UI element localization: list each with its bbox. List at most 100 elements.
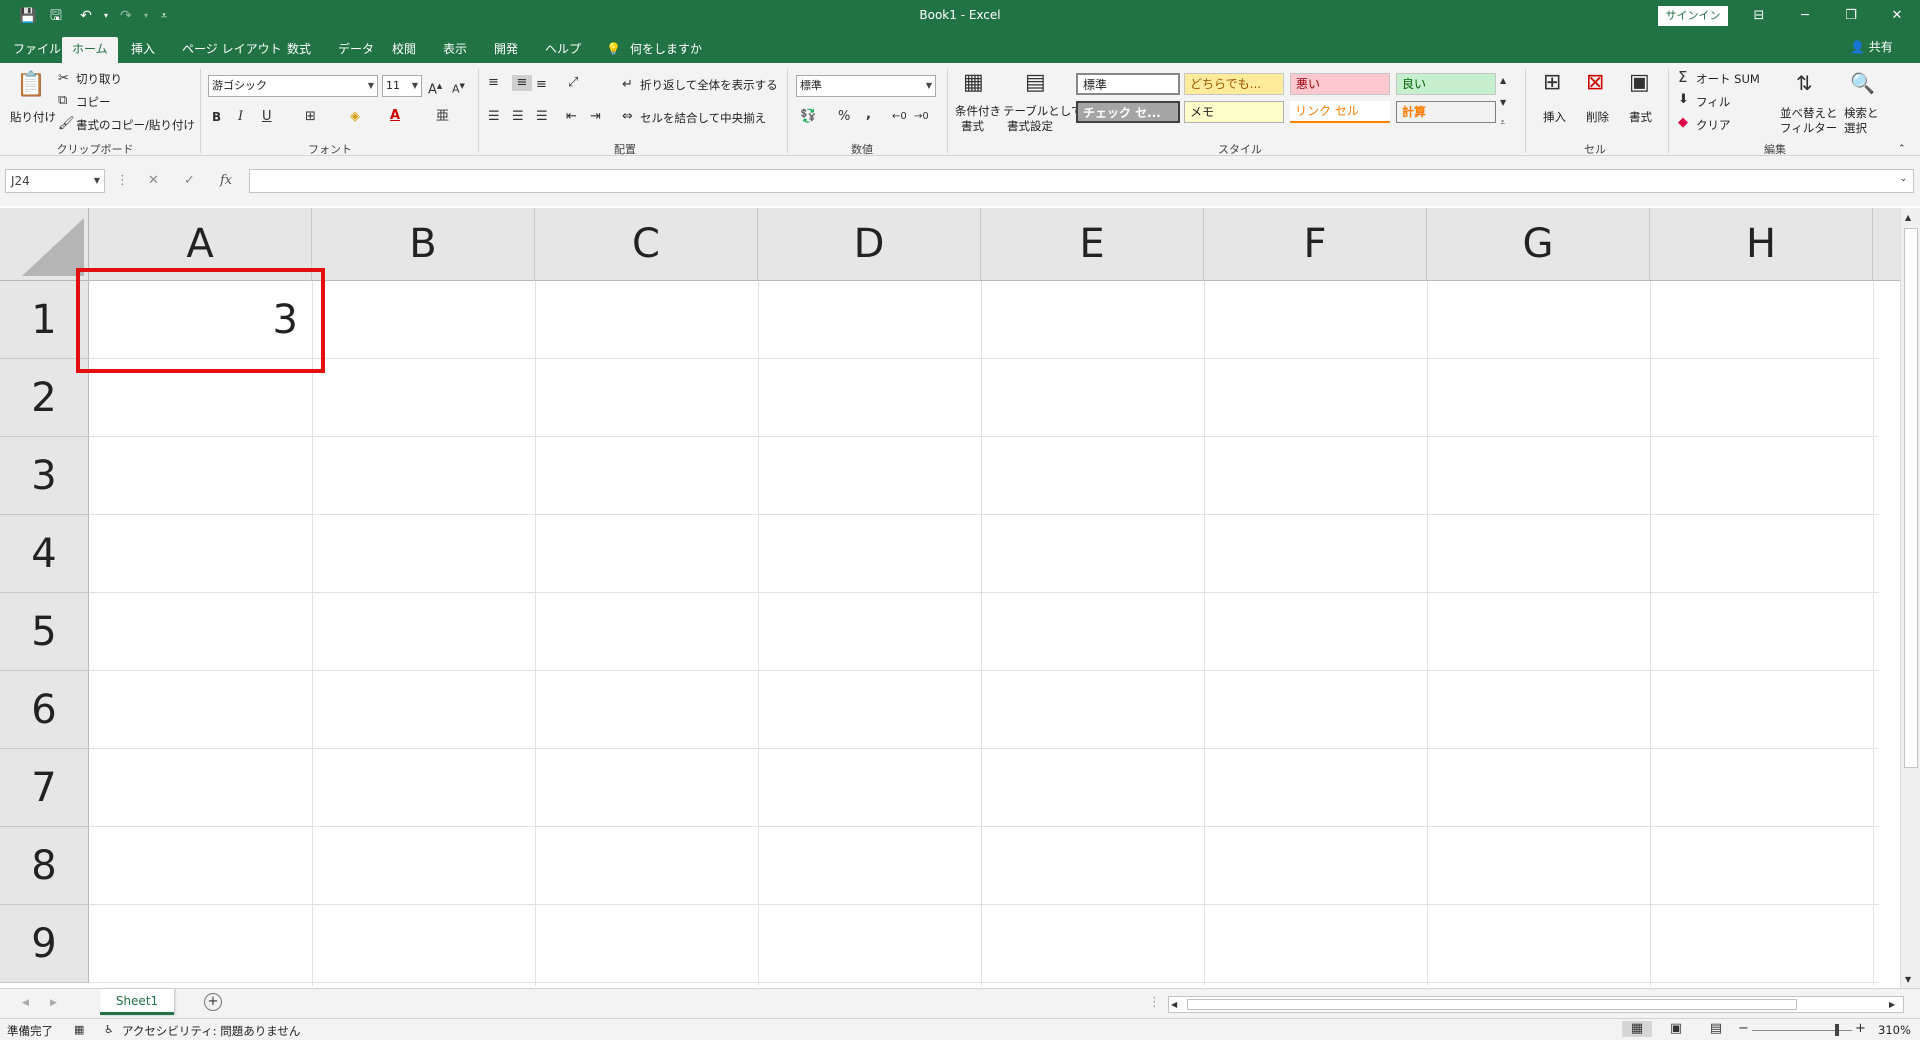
decrease-indent-icon[interactable]: ⇤ bbox=[566, 109, 577, 125]
row-header-7[interactable]: 7 bbox=[0, 749, 89, 827]
column-header-c[interactable]: C bbox=[535, 208, 758, 281]
tab-view[interactable]: 表示 bbox=[439, 37, 471, 63]
clear-button[interactable]: クリア bbox=[1696, 117, 1731, 133]
lightbulb-icon[interactable]: 💡 bbox=[602, 37, 625, 63]
minimize-button[interactable]: ─ bbox=[1782, 0, 1828, 31]
sort-filter-button[interactable]: ⇅ 並べ替えと フィルター bbox=[1780, 69, 1838, 139]
format-painter-button[interactable]: 書式のコピー/貼り付け bbox=[76, 117, 195, 133]
borders-icon[interactable]: ⊞ bbox=[305, 109, 316, 125]
expand-formula-bar-icon[interactable]: ⌄ bbox=[1899, 174, 1907, 184]
align-middle-icon[interactable]: ≡ bbox=[512, 75, 532, 91]
fill-color-icon[interactable]: ◈ bbox=[350, 109, 360, 125]
column-header-g[interactable]: G bbox=[1427, 208, 1650, 281]
percent-button[interactable]: % bbox=[838, 109, 850, 125]
decrease-font-size-icon[interactable]: A▼ bbox=[452, 78, 465, 98]
comma-button[interactable]: , bbox=[866, 107, 871, 123]
vertical-scroll-thumb[interactable] bbox=[1904, 228, 1918, 768]
row-header-8[interactable]: 8 bbox=[0, 827, 89, 905]
formula-input[interactable]: ⌄ bbox=[249, 169, 1914, 193]
column-header-b[interactable]: B bbox=[312, 208, 535, 281]
tab-formulas[interactable]: 数式 bbox=[283, 37, 315, 63]
styles-scroll-up-icon[interactable]: ▲ bbox=[1500, 73, 1506, 89]
scroll-up-icon[interactable]: ▲ bbox=[1905, 210, 1911, 226]
cut-button[interactable]: 切り取り bbox=[76, 71, 122, 87]
restore-button[interactable]: ❐ bbox=[1828, 0, 1874, 31]
tab-home[interactable]: ホーム bbox=[62, 37, 118, 63]
cancel-icon[interactable]: ✕ bbox=[148, 173, 159, 189]
bold-button[interactable]: B bbox=[212, 109, 221, 125]
tell-me-search[interactable]: 何をしますか bbox=[626, 37, 706, 63]
column-header-h[interactable]: H bbox=[1650, 208, 1873, 281]
row-header-6[interactable]: 6 bbox=[0, 671, 89, 749]
accessibility-icon[interactable]: ♿ bbox=[104, 1022, 114, 1038]
horizontal-scrollbar[interactable]: ◀ ▶ bbox=[1168, 996, 1904, 1013]
style-check-cell[interactable]: チェック セ... bbox=[1076, 101, 1180, 123]
find-select-button[interactable]: 🔍 検索と 選択 bbox=[1842, 69, 1882, 139]
collapse-ribbon-icon[interactable]: ⌃ bbox=[1898, 141, 1906, 157]
styles-scroll-down-icon[interactable]: ▼ bbox=[1500, 95, 1506, 111]
style-linked-cell[interactable]: リンク セル bbox=[1290, 101, 1390, 123]
font-color-icon[interactable]: A bbox=[390, 108, 400, 124]
merge-center-button[interactable]: セルを結合して中央揃え bbox=[640, 110, 766, 126]
scroll-left-icon[interactable]: ◀ bbox=[1171, 997, 1177, 1013]
row-header-4[interactable]: 4 bbox=[0, 515, 89, 593]
align-right-icon[interactable]: ☰ bbox=[536, 109, 548, 125]
row-header-5[interactable]: 5 bbox=[0, 593, 89, 671]
tab-split-handle-icon[interactable]: ⋮ bbox=[1148, 995, 1161, 1011]
tab-help[interactable]: ヘルプ bbox=[541, 37, 585, 63]
zoom-level[interactable]: 310% bbox=[1878, 1023, 1911, 1037]
macro-record-icon[interactable]: ▦ bbox=[74, 1022, 84, 1038]
scroll-sheets-right-icon[interactable]: ▶ bbox=[50, 995, 57, 1011]
signin-button[interactable]: サインイン bbox=[1658, 6, 1728, 26]
zoom-in-icon[interactable]: + bbox=[1855, 1021, 1866, 1037]
vertical-scrollbar[interactable]: ▲ ▼ bbox=[1900, 208, 1920, 990]
align-bottom-icon[interactable]: ≡ bbox=[536, 77, 547, 93]
ribbon-display-options-icon[interactable]: ⊟ bbox=[1736, 0, 1782, 31]
tab-review[interactable]: 校閲 bbox=[388, 37, 420, 63]
increase-indent-icon[interactable]: ⇥ bbox=[590, 109, 601, 125]
autosum-button[interactable]: オート SUM bbox=[1696, 71, 1760, 87]
tab-page-layout[interactable]: ページ レイアウト bbox=[178, 37, 286, 63]
delete-cells-button[interactable]: ⊠ 削除 bbox=[1580, 69, 1616, 139]
page-break-preview-icon[interactable]: ▤ bbox=[1704, 1021, 1728, 1037]
enter-icon[interactable]: ✓ bbox=[184, 173, 195, 189]
zoom-out-icon[interactable]: − bbox=[1738, 1021, 1749, 1037]
column-header-d[interactable]: D bbox=[758, 208, 981, 281]
fill-button[interactable]: フィル bbox=[1696, 94, 1730, 110]
style-good[interactable]: 良い bbox=[1396, 73, 1496, 95]
share-button[interactable]: 👤 共有 bbox=[1850, 38, 1893, 55]
increase-font-size-icon[interactable]: A▲ bbox=[428, 78, 442, 98]
tab-file[interactable]: ファイル bbox=[9, 37, 65, 63]
sheet-tab-sheet1[interactable]: Sheet1 bbox=[100, 989, 174, 1015]
tab-developer[interactable]: 開発 bbox=[490, 37, 522, 63]
style-normal[interactable]: 標準 bbox=[1076, 73, 1180, 95]
align-top-icon[interactable]: ≡ bbox=[488, 75, 499, 91]
phonetic-guide-icon[interactable]: 亜 bbox=[436, 109, 449, 125]
row-header-9[interactable]: 9 bbox=[0, 905, 89, 983]
style-bad[interactable]: 悪い bbox=[1290, 73, 1390, 95]
page-layout-view-icon[interactable]: ▣ bbox=[1664, 1021, 1688, 1037]
scroll-sheets-left-icon[interactable]: ◀ bbox=[22, 995, 29, 1011]
insert-function-icon[interactable]: fx bbox=[220, 173, 232, 189]
style-calculation[interactable]: 計算 bbox=[1396, 101, 1496, 123]
normal-view-icon[interactable]: ▦ bbox=[1622, 1021, 1652, 1037]
font-name-dropdown[interactable]: 游ゴシック ▼ bbox=[208, 75, 378, 97]
orientation-icon[interactable]: ⤢ bbox=[568, 75, 578, 91]
format-cells-button[interactable]: ▣ 書式 bbox=[1623, 69, 1659, 139]
horizontal-scroll-thumb[interactable] bbox=[1187, 999, 1797, 1010]
status-accessibility[interactable]: アクセシビリティ: 問題ありません bbox=[122, 1023, 300, 1039]
zoom-slider-thumb[interactable] bbox=[1835, 1024, 1839, 1036]
increase-decimal-icon[interactable]: ←0 bbox=[892, 109, 907, 125]
scroll-right-icon[interactable]: ▶ bbox=[1889, 997, 1895, 1013]
font-size-dropdown[interactable]: 11 ▼ bbox=[382, 75, 422, 97]
align-center-icon[interactable]: ☰ bbox=[512, 109, 524, 125]
number-format-dropdown[interactable]: 標準 ▼ bbox=[796, 75, 936, 97]
add-sheet-icon[interactable]: + bbox=[204, 993, 222, 1011]
paste-button[interactable]: 📋 貼り付け bbox=[8, 69, 56, 135]
wrap-text-button[interactable]: 折り返して全体を表示する bbox=[640, 77, 778, 93]
column-header-f[interactable]: F bbox=[1204, 208, 1427, 281]
insert-cells-button[interactable]: ⊞ 挿入 bbox=[1537, 69, 1573, 139]
decrease-decimal-icon[interactable]: →0 bbox=[914, 109, 929, 125]
close-button[interactable]: ✕ bbox=[1874, 0, 1920, 31]
underline-button[interactable]: U bbox=[262, 109, 272, 125]
